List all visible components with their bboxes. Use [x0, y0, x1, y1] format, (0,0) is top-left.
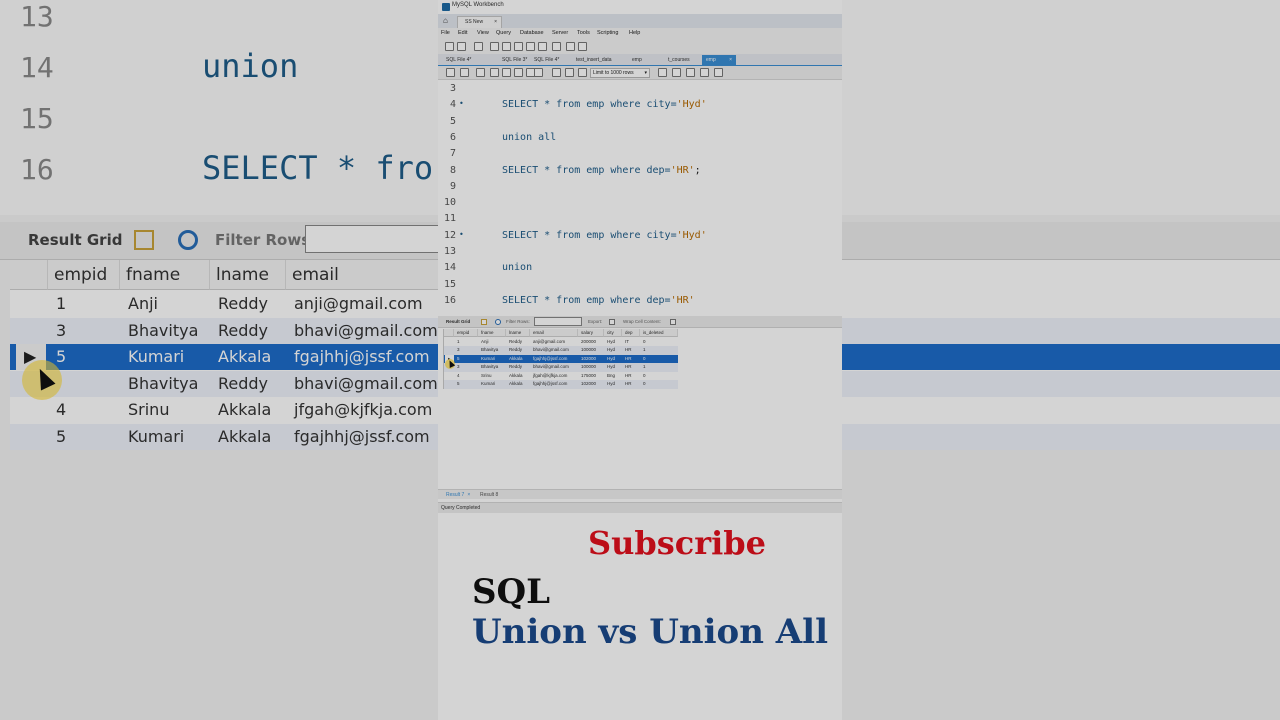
background-dim — [0, 0, 1280, 720]
zoomed-background: 13 14 union 15 16 SELECT * fro Result Grid Fi… — [0, 0, 1280, 720]
video-frame: 13 14 union 15 16 SELECT * fro Result Grid Fi… — [0, 0, 1280, 720]
